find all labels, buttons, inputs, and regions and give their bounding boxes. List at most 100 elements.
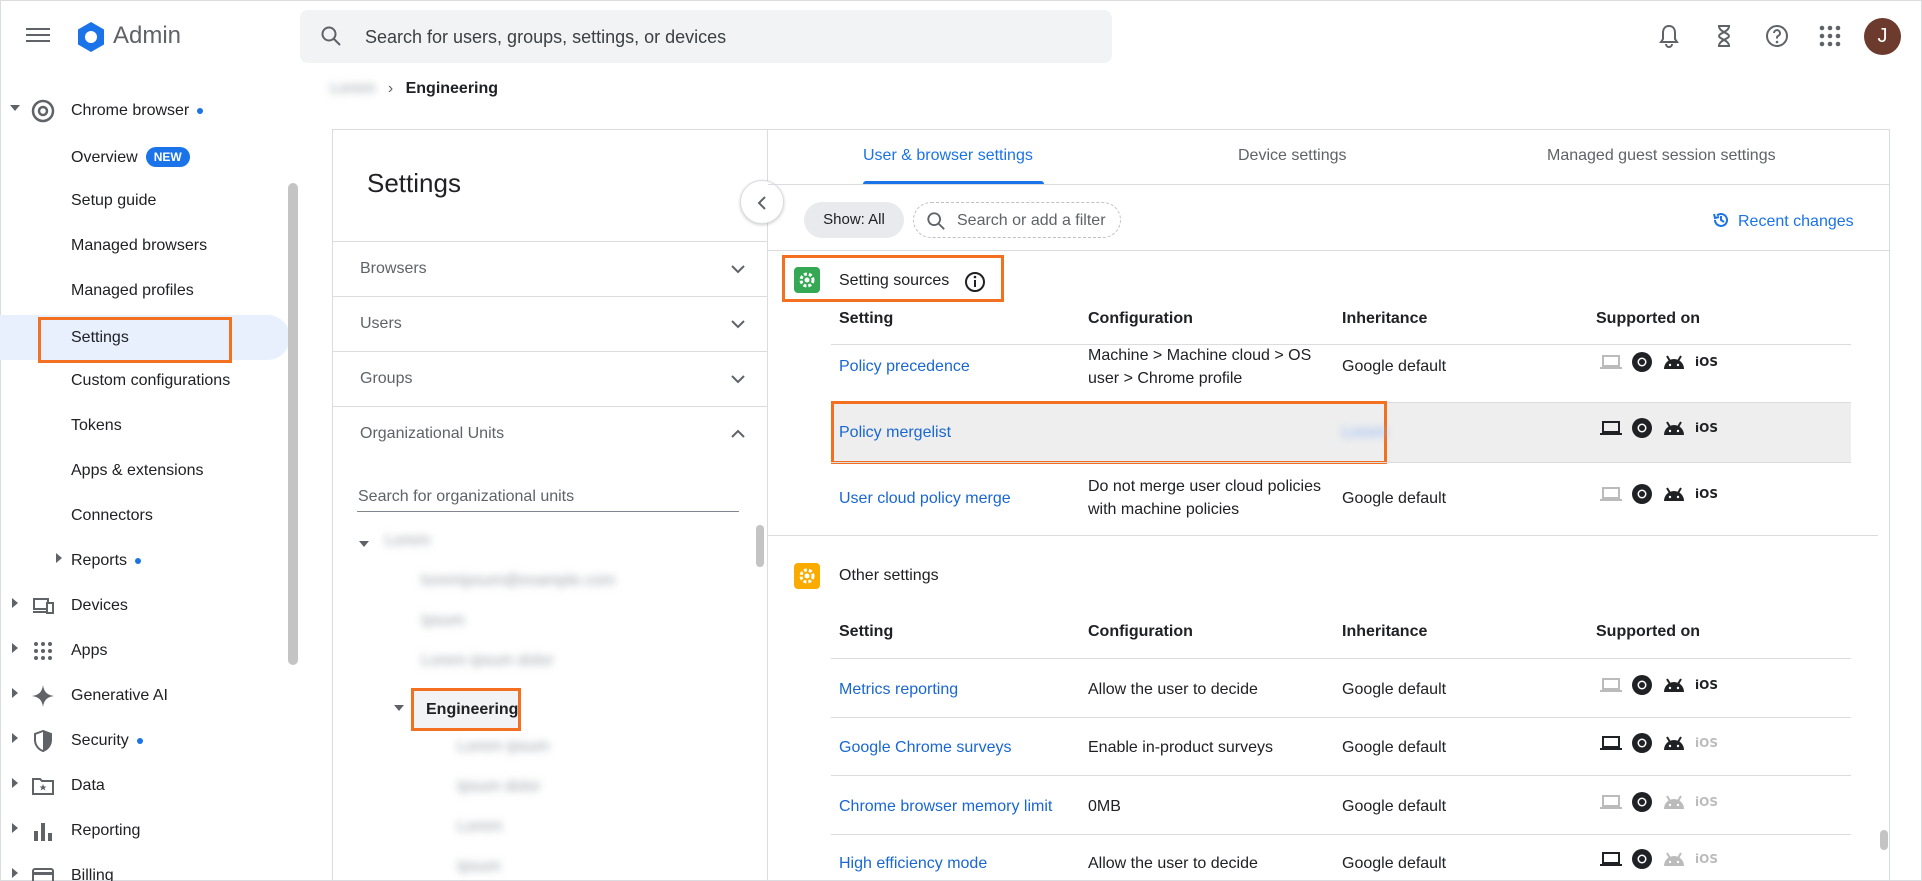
global-search-input[interactable]: Search for users, groups, settings, or d…: [300, 10, 1112, 63]
search-placeholder: Search for users, groups, settings, or d…: [365, 27, 727, 47]
users-accordion-label: Users: [360, 315, 402, 332]
nav-managed-profiles-label: Managed profiles: [71, 282, 194, 299]
expand-arrow-icon: [12, 643, 18, 653]
apps-grid-icon: [34, 642, 52, 660]
nav-chrome-browser[interactable]: Chrome browser: [0, 88, 290, 133]
tree-expand-icon[interactable]: [359, 541, 369, 547]
setting-link-policy-precedence[interactable]: Policy precedence: [839, 355, 970, 378]
browsers-accordion-label: Browsers: [360, 260, 427, 277]
supported-platforms: iOS: [1600, 417, 1718, 439]
tree-node[interactable]: Ipsum: [457, 858, 501, 876]
tree-node-root[interactable]: Lorem: [385, 532, 430, 550]
tree-expand-icon[interactable]: [394, 705, 404, 711]
nav-connectors-label: Connectors: [71, 507, 153, 524]
tree-node[interactable]: Lorem ipsum dolor: [421, 652, 554, 670]
nav-apps[interactable]: Apps: [0, 628, 290, 673]
chromeos-laptop-icon: [1600, 487, 1622, 501]
tree-node[interactable]: loremipsum@example.com: [421, 572, 615, 590]
inheritance-cell[interactable]: Lorem: [1342, 421, 1387, 444]
nav-reporting[interactable]: Reporting: [0, 808, 290, 853]
apps-grid-icon[interactable]: [1817, 23, 1843, 49]
help-icon[interactable]: [1764, 23, 1790, 49]
settings-panel-scrollbar[interactable]: [756, 525, 764, 567]
nav-scrollbar[interactable]: [288, 183, 298, 665]
tab-managed-guest-session-settings[interactable]: Managed guest session settings: [1547, 147, 1776, 165]
setting-link-high-efficiency-mode[interactable]: High efficiency mode: [839, 852, 987, 875]
nav-apps-extensions[interactable]: Apps & extensions: [0, 448, 290, 493]
main-menu-icon[interactable]: [26, 24, 50, 48]
setting-link-policy-mergelist[interactable]: Policy mergelist: [839, 421, 951, 444]
account-avatar[interactable]: J: [1864, 18, 1901, 55]
nav-devices[interactable]: Devices: [0, 583, 290, 628]
android-icon: [1664, 736, 1684, 750]
groups-accordion[interactable]: Groups: [333, 351, 767, 406]
chromeos-laptop-icon: [1600, 736, 1622, 750]
browsers-accordion[interactable]: Browsers: [333, 241, 767, 296]
column-header-setting: Setting: [839, 623, 894, 640]
breadcrumb-root[interactable]: Lorem: [330, 80, 375, 97]
tasks-hourglass-icon[interactable]: [1711, 23, 1737, 49]
nav-security[interactable]: Security: [0, 718, 290, 763]
tree-node[interactable]: Lorem: [457, 818, 502, 836]
devices-icon: [33, 598, 54, 614]
tabs-divider: [768, 184, 1890, 185]
folder-star-icon: [32, 778, 54, 795]
recent-changes-label: Recent changes: [1738, 213, 1854, 230]
tab-user-browser-settings[interactable]: User & browser settings: [863, 147, 1033, 165]
filter-search-input[interactable]: Search or add a filter: [913, 202, 1121, 238]
expand-arrow-icon: [12, 598, 18, 608]
table-divider: [831, 462, 1851, 463]
nav-security-label: Security: [71, 732, 129, 749]
tree-node[interactable]: Ipsum: [421, 612, 465, 630]
supported-platforms: iOS: [1600, 791, 1718, 813]
supported-platforms: iOS: [1600, 732, 1718, 754]
ou-search-input[interactable]: Search for organizational units: [357, 480, 739, 512]
nav-managed-profiles[interactable]: Managed profiles: [0, 268, 290, 313]
nav-setup-guide[interactable]: Setup guide: [0, 178, 290, 223]
breadcrumb: Lorem › Engineering: [330, 80, 498, 98]
content-scrollbar[interactable]: [1880, 830, 1888, 850]
tab-device-settings[interactable]: Device settings: [1238, 147, 1347, 165]
sparkle-icon: [32, 685, 54, 707]
setting-link-user-cloud-policy-merge[interactable]: User cloud policy merge: [839, 487, 1011, 510]
settings-content-panel: User & browser settings Device settings …: [768, 129, 1890, 881]
org-units-accordion[interactable]: Organizational Units: [333, 406, 767, 466]
nav-data[interactable]: Data: [0, 763, 290, 808]
expand-arrow-icon: [12, 823, 18, 833]
expand-arrow-icon: [12, 778, 18, 788]
nav-tokens[interactable]: Tokens: [0, 403, 290, 448]
tree-node[interactable]: Ipsum dolor: [457, 778, 541, 796]
chevron-down-icon: [731, 265, 745, 274]
ios-label: iOS: [1695, 736, 1718, 750]
android-icon: [1664, 487, 1684, 501]
nav-billing[interactable]: Billing: [0, 853, 290, 881]
chrome-browser-icon: [1632, 733, 1652, 753]
setting-link-metrics-reporting[interactable]: Metrics reporting: [839, 678, 958, 701]
settings-title: Settings: [367, 168, 461, 198]
nav-custom-configurations[interactable]: Custom configurations: [0, 358, 290, 403]
app-title[interactable]: Admin: [113, 22, 181, 50]
nav-overview[interactable]: Overview NEW: [0, 133, 290, 178]
nav-managed-browsers[interactable]: Managed browsers: [0, 223, 290, 268]
nav-reports-label: Reports: [71, 552, 128, 569]
ios-label: iOS: [1695, 355, 1718, 369]
tree-node[interactable]: Lorem ipsum: [457, 738, 549, 756]
config-cell: Allow the user to decide: [1088, 855, 1258, 872]
expand-arrow-icon: [12, 688, 18, 698]
setting-link-google-chrome-surveys[interactable]: Google Chrome surveys: [839, 736, 1012, 759]
notifications-bell-icon[interactable]: [1656, 23, 1682, 49]
config-line: user > Chrome profile: [1088, 370, 1243, 387]
setting-link-chrome-browser-memory-limit[interactable]: Chrome browser memory limit: [839, 795, 1052, 818]
search-icon: [927, 212, 945, 230]
nav-reports[interactable]: Reports: [0, 538, 290, 583]
nav-generative-ai[interactable]: Generative AI: [0, 673, 290, 718]
tree-node-engineering[interactable]: Engineering: [411, 688, 521, 731]
nav-connectors[interactable]: Connectors: [0, 493, 290, 538]
section-gear-icon: [794, 267, 820, 293]
chevron-down-icon: [731, 375, 745, 384]
info-icon[interactable]: [964, 271, 986, 293]
show-all-filter-chip[interactable]: Show: All: [804, 202, 904, 238]
org-units-accordion-label: Organizational Units: [360, 425, 505, 442]
users-accordion[interactable]: Users: [333, 296, 767, 351]
recent-changes-link[interactable]: Recent changes: [1712, 211, 1854, 231]
